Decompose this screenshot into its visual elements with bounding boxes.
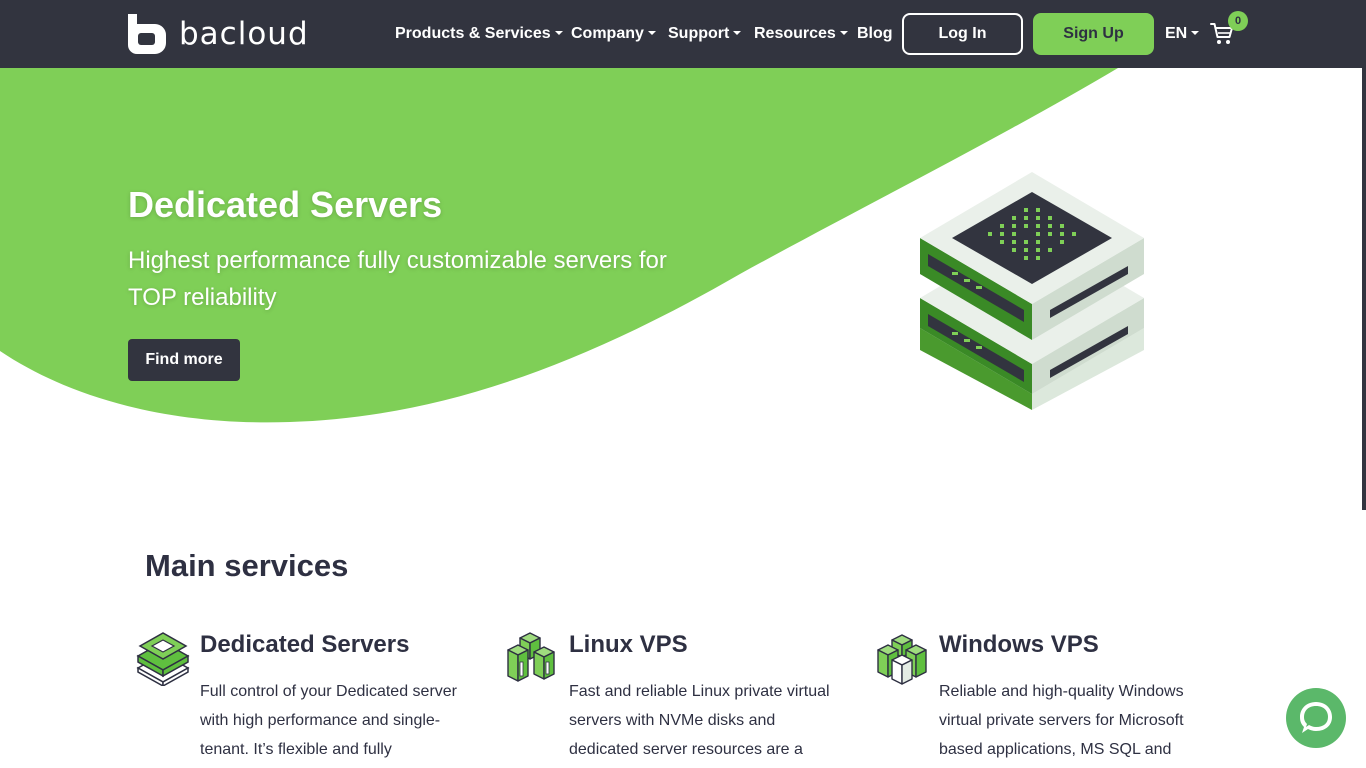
- language-label: EN: [1165, 25, 1188, 42]
- service-title-linux-vps[interactable]: Linux VPS: [569, 631, 688, 659]
- logo-icon: [128, 14, 166, 54]
- page-edge-bar: [1362, 68, 1366, 510]
- caret-down-icon: [647, 31, 656, 35]
- service-desc-windows-vps: Reliable and high-quality Windows virtua…: [939, 683, 1184, 758]
- windows-vps-icon: [877, 634, 927, 685]
- main-services-title: Main services: [145, 548, 349, 583]
- language-selector[interactable]: EN: [1165, 20, 1200, 48]
- nav-blog[interactable]: Blog: [857, 20, 893, 48]
- hero-title: Dedicated Servers: [128, 184, 443, 225]
- signup-button[interactable]: Sign Up: [1033, 13, 1154, 55]
- service-title-windows-vps[interactable]: Windows VPS: [939, 631, 1099, 659]
- nav-company[interactable]: Company: [571, 20, 656, 48]
- nav-item-label: Support: [668, 25, 730, 42]
- caret-down-icon: [1191, 31, 1200, 35]
- nav-support[interactable]: Support: [668, 20, 742, 48]
- nav-products-services[interactable]: Products & Services: [395, 20, 563, 48]
- chat-bubble-icon: [1300, 702, 1332, 733]
- service-desc-dedicated: Full control of your Dedicated server wi…: [200, 683, 457, 758]
- service-title-dedicated[interactable]: Dedicated Servers: [200, 631, 409, 659]
- brand-name: bacloud: [179, 16, 309, 52]
- service-desc-linux-vps: Fast and reliable Linux private virtual …: [569, 683, 830, 758]
- top-navbar: bacloud Products & Services Company Supp…: [0, 0, 1366, 68]
- server-stack-icon: [920, 172, 1144, 410]
- dedicated-server-icon: [136, 632, 190, 686]
- nav-item-label: Blog: [857, 25, 893, 42]
- nav-resources[interactable]: Resources: [754, 20, 848, 48]
- caret-down-icon: [733, 31, 742, 35]
- cart-count-badge: 0: [1228, 11, 1248, 31]
- login-button[interactable]: Log In: [902, 13, 1023, 55]
- hero-subtitle: Highest performance fully customizable s…: [128, 247, 667, 311]
- caret-down-icon: [554, 31, 563, 35]
- nav-item-label: Products & Services: [395, 25, 551, 42]
- chat-widget-button[interactable]: [1286, 688, 1346, 748]
- brand-logo[interactable]: bacloud: [128, 14, 309, 54]
- caret-down-icon: [839, 31, 848, 35]
- find-more-button[interactable]: Find more: [128, 339, 240, 381]
- nav-item-label: Resources: [754, 25, 836, 42]
- linux-vps-icon: [507, 632, 555, 682]
- nav-item-label: Company: [571, 25, 644, 42]
